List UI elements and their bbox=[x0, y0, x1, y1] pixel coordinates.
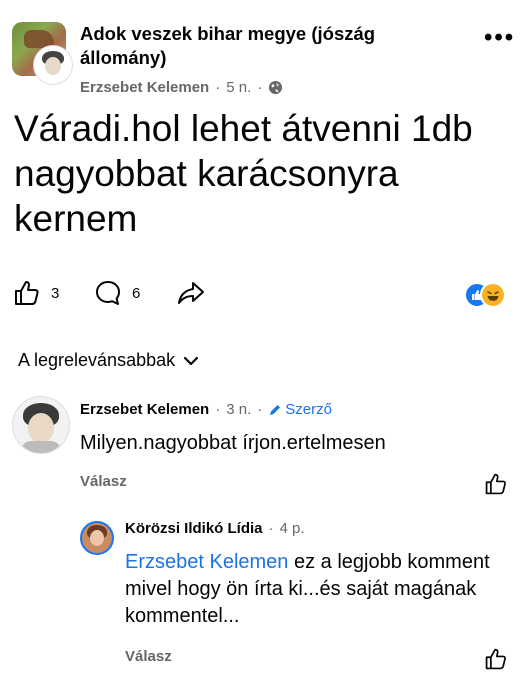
separator-dot: · bbox=[215, 79, 221, 96]
thumbs-up-icon bbox=[485, 473, 506, 495]
separator-dot: · bbox=[215, 401, 221, 418]
avatar-shoulders bbox=[21, 441, 61, 453]
separator-dot: · bbox=[268, 520, 274, 537]
comment-time[interactable]: 3 n. bbox=[226, 401, 251, 418]
author-avatar[interactable] bbox=[34, 46, 72, 84]
post-author[interactable]: Erzsebet Kelemen bbox=[80, 79, 209, 96]
reply-text: Erzsebet Kelemen ez a legjobb komment mi… bbox=[125, 549, 505, 630]
post-time[interactable]: 5 n. bbox=[226, 79, 251, 96]
reply-author-name[interactable]: Körözsi Ildikó Lídia bbox=[125, 520, 263, 537]
comment-header: Erzsebet Kelemen · 3 n. · Szerző bbox=[80, 401, 332, 418]
mention-link[interactable]: Erzsebet Kelemen bbox=[125, 551, 288, 573]
comment-author-avatar[interactable] bbox=[12, 396, 70, 454]
avatar-face bbox=[28, 413, 54, 443]
comment-sort-dropdown[interactable]: A legrelevánsabbak bbox=[18, 350, 199, 371]
avatar-face bbox=[90, 530, 104, 546]
comment-like-button[interactable] bbox=[484, 472, 508, 501]
pencil-icon bbox=[270, 404, 281, 415]
reply-button[interactable]: Válasz bbox=[125, 648, 172, 665]
thumbs-up-icon bbox=[15, 281, 39, 305]
post-body-text: Váradi.hol lehet átvenni 1db nagyobbat k… bbox=[14, 108, 473, 239]
comment-author-name[interactable]: Erzsebet Kelemen bbox=[80, 401, 209, 418]
haha-face-glyph bbox=[487, 291, 499, 301]
reply-like-button[interactable] bbox=[484, 647, 508, 676]
group-name[interactable]: Adok veszek bihar megye (jószág állomány… bbox=[80, 22, 465, 70]
reply-time[interactable]: 4 p. bbox=[280, 520, 305, 537]
haha-reaction-icon bbox=[480, 282, 506, 308]
author-badge: Szerző bbox=[268, 401, 332, 418]
chevron-down-icon bbox=[184, 356, 199, 365]
comment-count: 6 bbox=[132, 284, 141, 302]
like-count: 3 bbox=[51, 284, 60, 302]
reply-header: Körözsi Ildikó Lídia · 4 p. bbox=[125, 520, 305, 537]
separator-dot: · bbox=[257, 79, 263, 96]
reply-author-avatar[interactable] bbox=[80, 521, 114, 555]
reply-button[interactable]: Válasz bbox=[80, 473, 127, 490]
comment-bubble-icon bbox=[96, 281, 120, 305]
like-button[interactable]: 3 bbox=[13, 279, 59, 307]
comment-button[interactable]: 6 bbox=[94, 279, 140, 307]
thumbs-up-icon bbox=[485, 648, 506, 670]
author-badge-label: Szerző bbox=[285, 401, 332, 418]
avatar-face bbox=[45, 57, 61, 75]
separator-dot: · bbox=[257, 401, 263, 418]
more-options-icon[interactable]: ••• bbox=[484, 24, 515, 52]
globe-icon bbox=[269, 80, 283, 95]
post-meta: Erzsebet Kelemen · 5 n. · bbox=[80, 79, 283, 96]
share-button[interactable] bbox=[176, 279, 206, 307]
reaction-summary[interactable] bbox=[464, 281, 514, 308]
share-arrow-icon bbox=[178, 282, 204, 304]
comment-text: Milyen.nagyobbat írjon.ertelmesen bbox=[80, 432, 386, 454]
sort-label: A legrelevánsabbak bbox=[18, 350, 176, 370]
